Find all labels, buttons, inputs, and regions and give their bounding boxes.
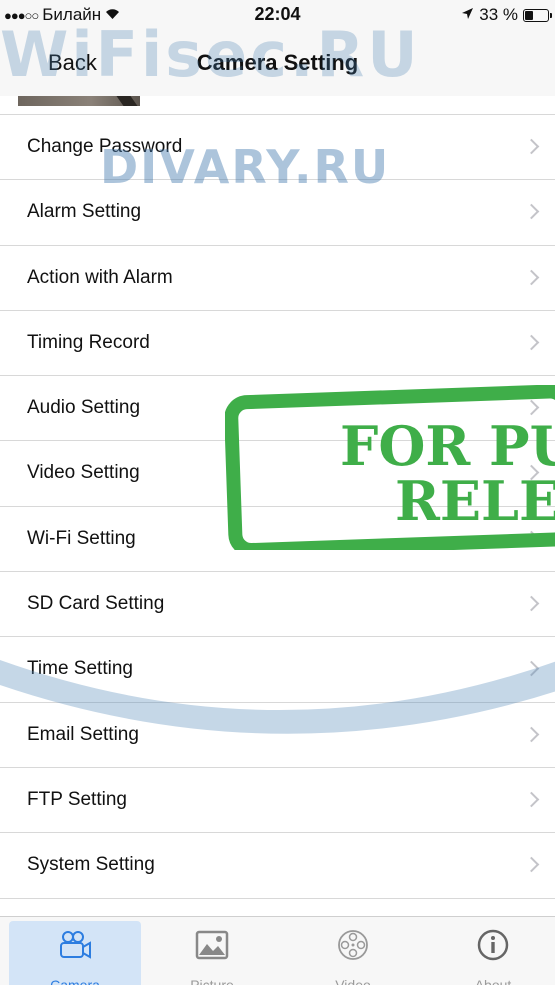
settings-row-system-setting[interactable]: System Setting [0, 833, 555, 899]
film-reel-icon [335, 929, 371, 961]
tab-label: Picture [190, 977, 234, 985]
chevron-right-icon [523, 856, 540, 873]
battery-tip [550, 12, 552, 18]
settings-row-label: Timing Record [27, 331, 150, 353]
chevron-right-icon [523, 269, 540, 285]
tab-about[interactable]: About [427, 921, 555, 985]
video-camera-icon [57, 929, 93, 961]
battery-level [525, 10, 533, 20]
chevron-right-icon [523, 726, 540, 742]
settings-row-email-setting[interactable]: Email Setting [0, 703, 555, 768]
tab-video[interactable]: Video [287, 921, 419, 985]
settings-row-timing-record[interactable]: Timing Record [0, 311, 555, 377]
chevron-right-icon [523, 595, 540, 612]
camera-thumbnail [18, 96, 140, 106]
tab-bar: Camera Picture Video About [0, 916, 555, 985]
settings-row-label: FTP Setting [27, 788, 127, 810]
info-icon [475, 929, 511, 961]
camera-thumbnail-strip [0, 96, 555, 114]
picture-icon [194, 929, 230, 961]
chevron-right-icon [523, 465, 540, 481]
settings-row-change-password[interactable]: Change Password [0, 115, 555, 181]
settings-row-label: Email Setting [27, 723, 139, 745]
settings-list: Change Password Alarm Setting Action with … [0, 114, 555, 899]
battery-icon [523, 8, 552, 22]
settings-row-label: SD Card Setting [27, 593, 165, 615]
status-right: 33 % [461, 5, 552, 25]
tab-label: Camera [50, 977, 100, 985]
settings-row-label: System Setting [27, 854, 155, 876]
chevron-right-icon [523, 204, 540, 220]
chevron-right-icon [523, 138, 540, 155]
tab-picture[interactable]: Picture [146, 921, 278, 985]
tab-camera[interactable]: Camera [9, 921, 141, 985]
tab-label: About [474, 977, 512, 985]
settings-row-label: Audio Setting [27, 397, 141, 419]
battery-percent: 33 % [479, 5, 518, 24]
settings-row-label: Alarm Setting [27, 201, 142, 223]
chevron-right-icon [523, 399, 540, 416]
settings-row-label: Video Setting [27, 462, 140, 484]
status-bar: ●●●○○ Билайн 22:04 33 % [0, 0, 555, 40]
settings-row-time-setting[interactable]: Time Setting [0, 637, 555, 703]
settings-row-label: Action with Alarm [27, 266, 173, 288]
settings-row-action-with-alarm[interactable]: Action with Alarm [0, 246, 555, 311]
settings-row-ftp-setting[interactable]: FTP Setting [0, 768, 555, 834]
tab-label: Video [335, 977, 371, 985]
settings-row-label: Change Password [27, 136, 183, 157]
settings-row-video-setting[interactable]: Video Setting [0, 441, 555, 507]
settings-row-sd-card-setting[interactable]: SD Card Setting [0, 572, 555, 638]
settings-row-audio-setting[interactable]: Audio Setting [0, 376, 555, 442]
chevron-right-icon [523, 661, 540, 677]
navigation-bar: Back Camera Setting [0, 40, 555, 96]
chevron-right-icon [523, 791, 540, 808]
settings-row-wi-fi-setting[interactable]: Wi-Fi Setting [0, 507, 555, 573]
settings-row-alarm-setting[interactable]: Alarm Setting [0, 180, 555, 246]
chevron-right-icon [523, 530, 540, 547]
page-title: Camera Setting [196, 50, 359, 75]
location-arrow-icon [461, 5, 474, 25]
settings-row-label: Wi-Fi Setting [27, 527, 136, 549]
chevron-right-icon [523, 334, 540, 351]
settings-row-label: Time Setting [27, 658, 133, 680]
